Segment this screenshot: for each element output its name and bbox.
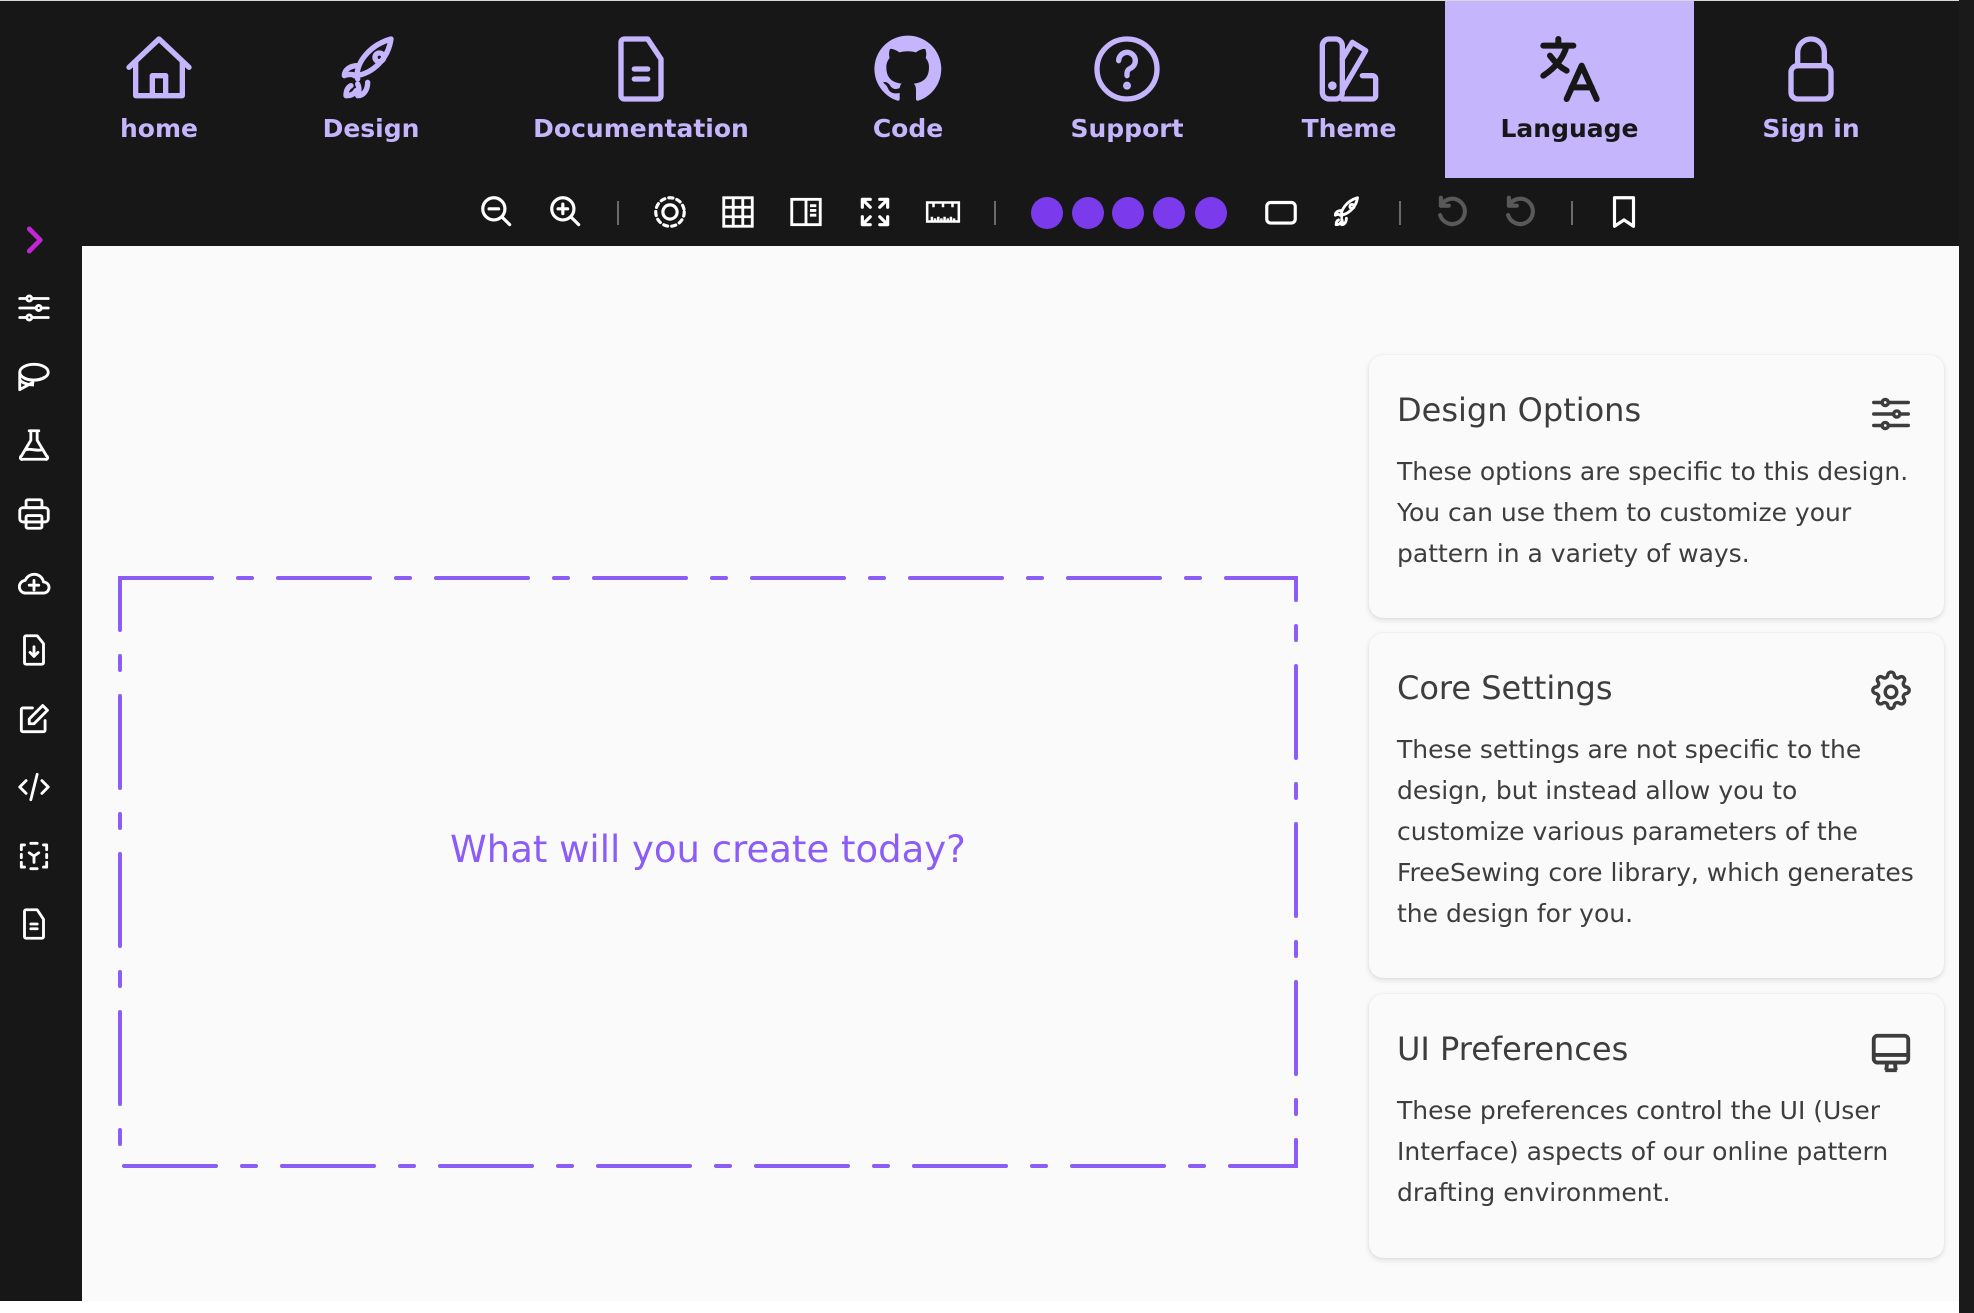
grid-button[interactable] [718, 192, 758, 232]
document-icon [618, 36, 664, 102]
translate-icon [1539, 36, 1600, 102]
undo-all-button[interactable] [1500, 192, 1540, 232]
rendering-level-dot-1[interactable] [1031, 197, 1063, 229]
bookmark-icon [1612, 196, 1636, 228]
gear-icon [1871, 670, 1911, 711]
undo-icon [1506, 195, 1535, 227]
monitor-icon [1871, 1033, 1911, 1073]
ruler-icon [925, 201, 961, 223]
file-download-icon [23, 634, 45, 666]
home-icon [126, 36, 192, 99]
nav-sign-in[interactable]: Sign in [1711, 1, 1911, 178]
rocket-icon [341, 36, 394, 99]
toolbar-separator [1399, 201, 1401, 225]
design-picker-area[interactable] [118, 576, 1298, 1168]
nav-label: Documentation [533, 114, 749, 143]
card-description: These settings are not specific to the d… [1397, 735, 1914, 928]
card-title: UI Preferences [1397, 1030, 1629, 1068]
nav-theme[interactable]: Theme [1249, 1, 1449, 178]
nav-language[interactable]: Language [1445, 1, 1694, 178]
expand-icon [860, 197, 890, 227]
expand-button[interactable] [1328, 192, 1368, 232]
card-description: These options are specific to this desig… [1397, 457, 1909, 568]
toolbar-separator [1571, 201, 1573, 225]
focus-button[interactable] [650, 192, 690, 232]
nav-design[interactable]: Design [271, 1, 471, 178]
printer-icon [18, 498, 50, 530]
nav-label: Theme [1301, 114, 1397, 143]
nav-label: home [120, 114, 198, 143]
nav-label: Language [1500, 114, 1639, 143]
card-title: Design Options [1397, 391, 1642, 429]
bookmark-button[interactable] [1604, 192, 1644, 232]
card-ui-preferences[interactable]: UI Preferences These preferences control… [1369, 994, 1944, 1258]
card-design-options[interactable]: Design Options These options are specifi… [1369, 355, 1944, 618]
chevron-right-icon [26, 226, 43, 254]
rocket-icon [1333, 196, 1359, 227]
undo-icon [1438, 195, 1467, 227]
nav-code[interactable]: Code [808, 1, 1008, 178]
inspect-icon [19, 841, 49, 871]
header-nav: home Design Documentation Code Support T… [0, 1, 1959, 178]
sidebar-layout-icon [790, 197, 822, 227]
toolbar-separator [617, 201, 619, 225]
sidebar-item-inspect[interactable] [14, 836, 54, 876]
zoom-in-icon [550, 196, 581, 227]
bottom-strip [0, 1301, 1959, 1313]
window-edge [1959, 0, 1974, 1313]
toolbar-separator [994, 201, 996, 225]
sliders-icon [1872, 397, 1910, 431]
zoom-out-button[interactable] [477, 192, 517, 232]
ruler-button[interactable] [923, 192, 963, 232]
layout-button[interactable] [786, 192, 826, 232]
undo-button[interactable] [1432, 192, 1472, 232]
cloud-plus-icon [17, 572, 51, 595]
sidebar-item-measurements[interactable] [14, 357, 54, 397]
sidebar-item-print[interactable] [14, 494, 54, 534]
help-circle-icon [1094, 36, 1160, 102]
code-icon [18, 772, 50, 802]
grid-icon [722, 196, 754, 228]
sliders-icon [18, 294, 50, 322]
tape-measure-icon [18, 362, 50, 392]
rendering-level-dot-2[interactable] [1072, 197, 1104, 229]
nav-label: Support [1070, 114, 1184, 143]
document-icon [23, 908, 45, 940]
nav-support[interactable]: Support [1027, 1, 1227, 178]
sidebar-item-save[interactable] [14, 562, 54, 602]
edit-icon [19, 704, 49, 734]
nav-home[interactable]: home [59, 1, 259, 178]
card-title: Core Settings [1397, 669, 1613, 707]
create-prompt[interactable]: What will you create today? [118, 828, 1298, 871]
card-description: These preferences control the UI (User I… [1397, 1096, 1889, 1207]
flask-icon [18, 429, 50, 461]
rendering-level-dot-4[interactable] [1153, 197, 1185, 229]
fullscreen-button[interactable] [855, 192, 895, 232]
nav-documentation[interactable]: Documentation [533, 1, 749, 178]
nav-label: Design [322, 114, 420, 143]
toolbar [0, 178, 1959, 246]
sidebar [0, 226, 82, 1301]
lock-icon [1788, 36, 1834, 102]
square-icon [1265, 200, 1297, 225]
sidebar-expand-button[interactable] [14, 220, 54, 260]
paperless-button[interactable] [1261, 192, 1301, 232]
zoom-in-button[interactable] [546, 192, 586, 232]
rendering-level-dot-5[interactable] [1195, 197, 1227, 229]
sidebar-item-test[interactable] [14, 425, 54, 465]
sidebar-item-docs[interactable] [14, 904, 54, 944]
sidebar-item-design-options[interactable] [14, 288, 54, 328]
swatch-icon [1319, 36, 1379, 102]
github-icon [874, 35, 942, 101]
rendering-level-dot-3[interactable] [1112, 197, 1144, 229]
dashed-border [118, 576, 1298, 1168]
zoom-out-icon [481, 196, 512, 227]
sidebar-item-edit[interactable] [14, 699, 54, 739]
sidebar-item-export[interactable] [14, 630, 54, 670]
dashed-circle-icon [654, 196, 686, 228]
card-core-settings[interactable]: Core Settings These settings are not spe… [1369, 633, 1944, 978]
sidebar-item-code[interactable] [14, 767, 54, 807]
nav-label: Sign in [1762, 114, 1860, 143]
nav-label: Code [872, 114, 944, 143]
